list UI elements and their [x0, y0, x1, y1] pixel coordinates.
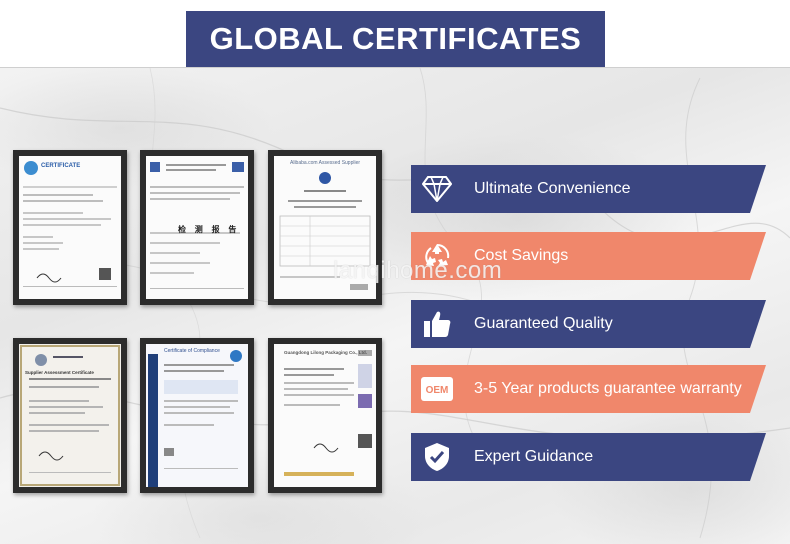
feature-ultimate-convenience: Ultimate Convenience	[411, 165, 766, 213]
packaging-certificate-heading: Guangdong Lilong Packaging Co., Ltd.	[284, 350, 367, 355]
certificate-heading: CERTIFICATE	[41, 163, 81, 169]
packaging-certificate-content	[284, 350, 372, 476]
page-title: GLOBAL CERTIFICATES	[209, 21, 582, 56]
certificate-of-compliance-image: Certificate of Compliance	[140, 338, 254, 493]
feature-warranty: OEM 3-5 Year products guarantee warranty	[411, 365, 766, 413]
feature-label: Ultimate Convenience	[474, 180, 631, 197]
supplier-assessment-content	[20, 345, 120, 486]
feature-label: Expert Guidance	[474, 448, 594, 465]
compliance-side-band	[148, 354, 158, 487]
test-report-image: 检 测 报 告	[140, 150, 254, 305]
feature-expert-guidance: Expert Guidance	[411, 433, 766, 481]
packaging-certificate-image: Guangdong Lilong Packaging Co., Ltd.	[268, 338, 382, 493]
assessed-supplier-heading: Alibaba.com Assessed Supplier	[290, 160, 361, 166]
feature-label: Guaranteed Quality	[474, 315, 613, 332]
title-banner: GLOBAL CERTIFICATES	[186, 11, 605, 67]
compliance-heading: Certificate of Compliance	[164, 348, 220, 354]
certificate-image: CERTIFICATE	[13, 150, 127, 305]
thumbs-up-icon	[421, 308, 453, 340]
oem-icon: OEM	[421, 373, 453, 405]
certificate-content	[23, 161, 117, 287]
shield-check-icon	[421, 441, 453, 473]
watermark: lanqihome.com	[333, 257, 503, 284]
supplier-assessment-image: Supplier Assessment Certificate	[13, 338, 127, 493]
diamond-icon	[421, 173, 453, 205]
compliance-content	[164, 350, 242, 469]
test-report-heading: 检 测 报 告	[178, 224, 240, 234]
supplier-assessment-heading: Supplier Assessment Certificate	[25, 370, 94, 375]
feature-guaranteed-quality: Guaranteed Quality	[411, 300, 766, 348]
header-bar: GLOBAL CERTIFICATES	[0, 0, 790, 68]
feature-label: 3-5 Year products guarantee warranty	[474, 380, 742, 397]
svg-text:OEM: OEM	[426, 385, 449, 396]
